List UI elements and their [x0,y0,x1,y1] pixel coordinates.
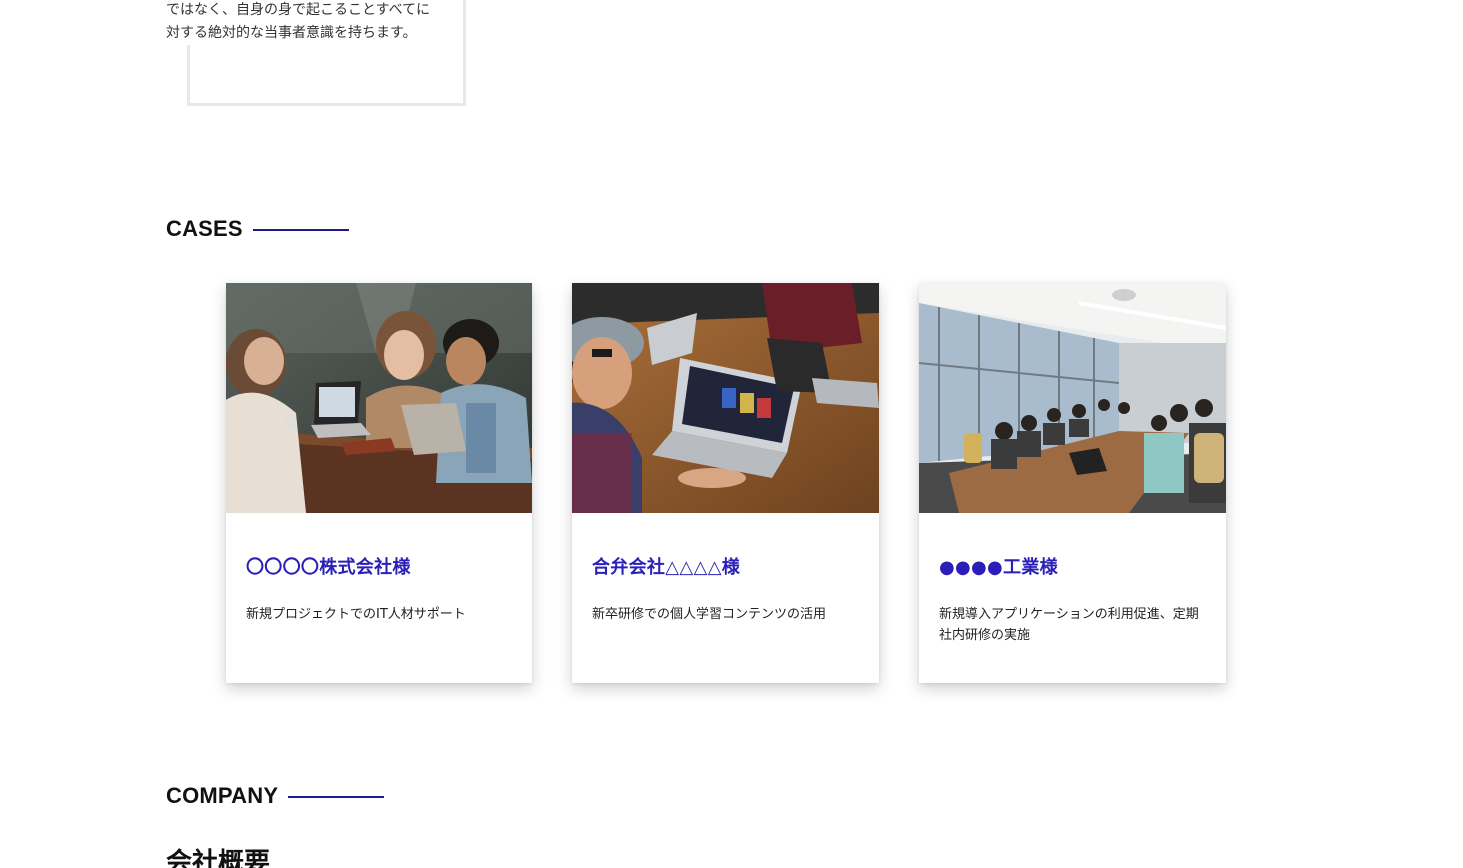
case-card[interactable]: ●●●●工業様 新規導入アプリケーションの利用促進、定期社内研修の実施 [919,283,1226,683]
cases-heading-label: CASES [166,216,243,241]
company-heading-label: COMPANY [166,783,279,808]
case-card-list: 〇〇〇〇株式会社様 新規プロジェクトでのIT人材サポート 合弁会社△△△△様 新… [226,283,1226,683]
case-photo-laptop-discussion [572,283,879,513]
case-photo-illustration [572,283,879,513]
case-card-title[interactable]: ●●●●工業様 [939,553,1058,579]
case-card-title[interactable]: 合弁会社△△△△様 [592,553,740,579]
cases-heading-rule [252,229,349,231]
case-card-title[interactable]: 〇〇〇〇株式会社様 [246,553,411,579]
company-heading-rule [288,796,385,798]
company-heading: COMPANY [166,783,385,809]
case-card-description: 新卒研修での個人学習コンテンツの活用 [592,607,827,622]
case-photo-conference-room [919,283,1226,513]
case-photo-cafe-meeting [226,283,532,513]
company-overview-title: 会社概要 [166,848,271,868]
case-card[interactable]: 〇〇〇〇株式会社様 新規プロジェクトでのIT人材サポート [226,283,532,683]
page: ではなく、自身の身で起こることすべてに対する絶対的な当事者意識を持ちます。 CA… [0,0,1463,868]
case-photo-illustration [919,283,1226,513]
case-card-description: 新規導入アプリケーションの利用促進、定期社内研修の実施 [939,607,1199,643]
case-card[interactable]: 合弁会社△△△△様 新卒研修での個人学習コンテンツの活用 [572,283,879,683]
cases-heading: CASES [166,216,349,242]
case-card-description: 新規プロジェクトでのIT人材サポート [246,607,466,622]
case-photo-illustration [226,283,532,513]
value-card-text: ではなく、自身の身で起こることすべてに対する絶対的な当事者意識を持ちます。 [166,0,442,45]
